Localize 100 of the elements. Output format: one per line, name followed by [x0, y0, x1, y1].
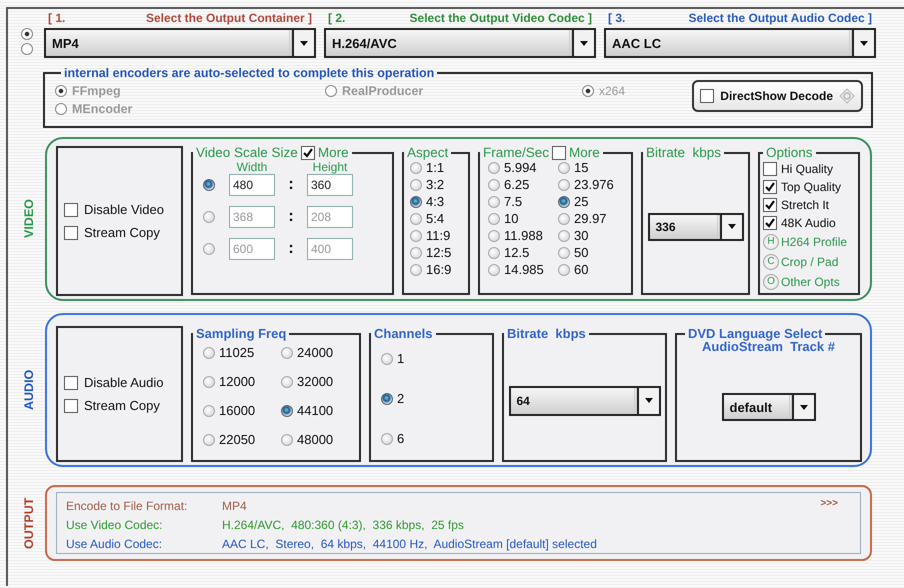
checkbox-label: Stream Copy [84, 225, 160, 240]
radio-label: 60 [574, 262, 588, 277]
panel-title: Bitrate kbps [506, 326, 587, 341]
caret-icon [860, 40, 868, 46]
panel-title: DVD Language Select [687, 326, 824, 341]
radio-button[interactable] [488, 162, 500, 174]
checkbox-label: Top Quality [781, 180, 842, 194]
checkbox[interactable] [64, 202, 78, 216]
radio-label: 11.988 [504, 228, 543, 243]
step-title: Select the Output Video Codec ] [410, 11, 592, 25]
caret-icon [300, 40, 308, 46]
checkbox-label: Disable Audio [84, 375, 164, 390]
radio-button[interactable] [488, 230, 500, 242]
radio-button[interactable] [203, 404, 215, 416]
checkbox-label: Stretch It [781, 198, 830, 212]
checkbox-label: Disable Video [84, 202, 164, 217]
radio-label: 1:1 [426, 160, 444, 175]
radio-button[interactable] [203, 434, 215, 446]
more-button[interactable]: >>> [820, 498, 838, 509]
summary-value: AAC LC, Stereo, 64 kbps, 44100 Hz, AudioStream [default] selected [222, 536, 597, 550]
radio-button[interactable] [203, 376, 215, 388]
radio-button[interactable] [281, 376, 293, 388]
panel-title: Bitrate kbps [645, 145, 722, 160]
radio-button[interactable] [488, 178, 500, 190]
radio-button[interactable] [488, 212, 500, 224]
directshow-decode-button[interactable]: DirectShow Decode [692, 80, 863, 112]
radio-button[interactable] [558, 246, 570, 258]
radio-button[interactable] [558, 162, 570, 174]
dropdown[interactable]: 336 [648, 212, 744, 240]
radio-button[interactable] [488, 196, 500, 208]
width-field[interactable]: 480 [229, 174, 275, 196]
radio-label: 24000 [297, 345, 334, 360]
step-number: [ 3. [608, 11, 626, 25]
radio-button[interactable] [558, 230, 570, 242]
radio-label: 5.994 [504, 160, 537, 175]
separator-text: : [287, 208, 295, 226]
checkbox[interactable] [64, 226, 78, 240]
radio-button[interactable] [55, 103, 67, 115]
radio-button[interactable] [281, 346, 293, 358]
radio-button[interactable] [488, 264, 500, 276]
checkbox[interactable] [763, 162, 777, 176]
checkbox[interactable] [763, 198, 777, 212]
radio-label: 7.5 [504, 194, 522, 209]
radio-button[interactable] [410, 196, 422, 208]
radio-button[interactable] [281, 434, 293, 446]
checkbox[interactable] [700, 89, 714, 103]
checkbox[interactable] [300, 146, 315, 160]
checkbox[interactable] [763, 180, 777, 194]
height-field[interactable]: 360 [307, 174, 353, 196]
dropdown[interactable]: 64 [508, 386, 660, 416]
radio-button[interactable] [410, 264, 422, 276]
panel-title: Options [765, 145, 814, 160]
radio-button[interactable] [21, 43, 33, 55]
radio-button[interactable] [203, 179, 215, 191]
radio-button[interactable] [410, 162, 422, 174]
panel-title: internal encoders are auto-selected to complete this operation [63, 66, 436, 80]
radio-label: 23.976 [574, 177, 614, 192]
dropdown[interactable]: default [722, 393, 816, 421]
radio-button[interactable] [582, 85, 594, 97]
radio-label: 30 [574, 228, 588, 243]
radio-label: 14.985 [504, 262, 544, 277]
radio-button[interactable] [558, 212, 570, 224]
radio-label: 22050 [219, 432, 256, 447]
step-number: [ 1. [48, 11, 66, 25]
radio-button[interactable] [55, 85, 67, 97]
radio-button[interactable] [21, 28, 33, 40]
radio-button[interactable] [325, 85, 337, 97]
checkbox[interactable] [64, 398, 78, 412]
radio-button[interactable] [410, 178, 422, 190]
radio-button[interactable] [488, 246, 500, 258]
radio-button[interactable] [558, 264, 570, 276]
radio-button[interactable] [410, 212, 422, 224]
radio-label: 12.5 [504, 245, 530, 260]
radio-label: 50 [574, 245, 588, 260]
dropdown[interactable]: MP4 [44, 28, 316, 58]
dropdown[interactable]: AAC LC [604, 28, 876, 58]
radio-button[interactable] [203, 346, 215, 358]
radio-button[interactable] [558, 196, 570, 208]
radio-button[interactable] [381, 432, 393, 444]
caret-icon [580, 40, 588, 46]
section-label: VIDEO [21, 198, 37, 240]
radio-button[interactable] [281, 404, 293, 416]
checkbox[interactable] [64, 376, 78, 390]
radio-label: x264 [599, 84, 626, 98]
step-title: Select the Output Container ] [146, 11, 312, 25]
radio-label: 4:3 [426, 194, 444, 209]
radio-label: 2 [397, 391, 404, 406]
radio-button[interactable] [410, 230, 422, 242]
radio-label: 12000 [219, 374, 256, 389]
radio-button[interactable] [410, 246, 422, 258]
checkbox[interactable] [552, 146, 566, 160]
checkbox[interactable] [763, 216, 777, 230]
step-title: Select the Output Audio Codec ] [688, 11, 872, 25]
radio-label: 12:5 [426, 245, 452, 260]
dropdown[interactable]: H.264/AVC [324, 28, 596, 58]
radio-button[interactable] [381, 352, 393, 364]
diamond-icon [839, 88, 855, 104]
radio-button[interactable] [558, 178, 570, 190]
radio-button[interactable] [381, 392, 393, 404]
radio-label: 3:2 [426, 177, 444, 192]
